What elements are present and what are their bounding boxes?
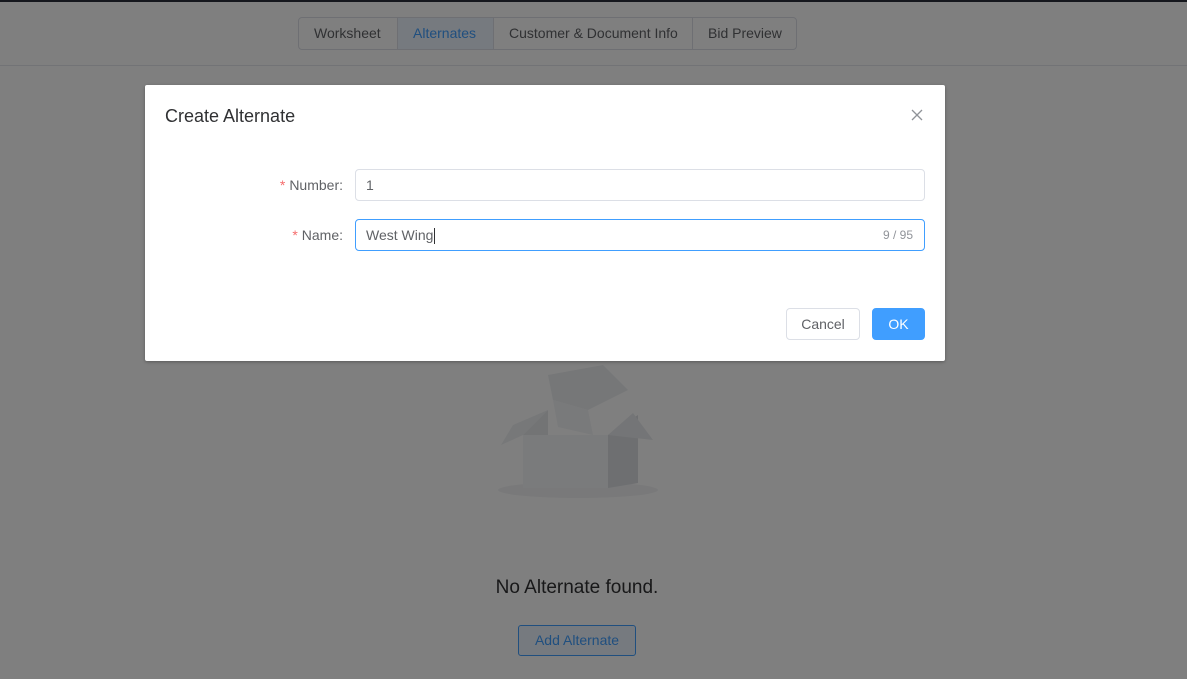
required-marker: * <box>279 177 286 193</box>
dialog-title: Create Alternate <box>165 106 296 126</box>
number-row: * Number: 1 <box>145 169 945 201</box>
name-char-counter: 9 / 95 <box>882 228 913 242</box>
create-alternate-dialog: Create Alternate * Number: 1 * Name: West … <box>145 85 945 361</box>
number-input[interactable]: 1 <box>355 169 925 201</box>
name-input[interactable]: West Wing 9 / 95 <box>355 219 925 251</box>
name-row: * Name: West Wing 9 / 95 <box>145 219 945 251</box>
close-icon[interactable] <box>909 107 925 123</box>
cancel-button[interactable]: Cancel <box>786 308 860 340</box>
ok-button[interactable]: OK <box>872 308 925 340</box>
text-caret <box>434 228 436 245</box>
number-label: * Number: <box>279 177 343 193</box>
required-marker: * <box>292 227 298 243</box>
name-label: * Name: <box>292 227 343 243</box>
